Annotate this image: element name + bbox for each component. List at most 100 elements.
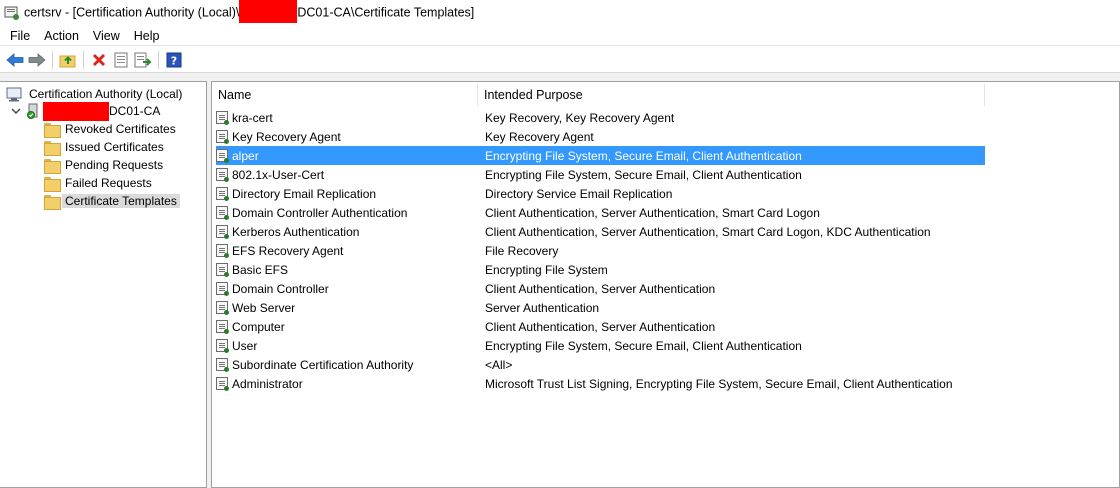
- menu-view[interactable]: View: [86, 29, 127, 43]
- table-row[interactable]: Subordinate Certification Authority <All>: [216, 355, 985, 374]
- tree-item-failed-requests[interactable]: Failed Requests: [44, 174, 155, 192]
- console-tree: Certification Authority (Local) DC01-CA …: [0, 81, 207, 488]
- menu-help[interactable]: Help: [127, 29, 167, 43]
- template-name: User: [232, 338, 258, 353]
- table-row[interactable]: User Encrypting File System, Secure Email…: [216, 336, 985, 355]
- template-name: Basic EFS: [232, 262, 289, 277]
- menu-bar: File Action View Help: [0, 26, 1120, 46]
- table-row[interactable]: Web Server Server Authentication: [216, 298, 985, 317]
- menu-action[interactable]: Action: [37, 29, 86, 43]
- ca-name-suffix: DC01-CA: [109, 104, 161, 118]
- forward-arrow-icon[interactable]: [26, 49, 48, 71]
- folder-icon: [44, 122, 61, 138]
- chevron-down-icon[interactable]: [10, 105, 22, 117]
- menu-file[interactable]: File: [3, 29, 37, 43]
- tree-item-revoked-certificates[interactable]: Revoked Certificates: [44, 120, 179, 138]
- intended-purpose-cell: Client Authentication, Server Authentica…: [485, 281, 716, 296]
- folder-icon: [44, 194, 61, 210]
- intended-purpose-cell: Key Recovery, Key Recovery Agent: [485, 110, 675, 125]
- certificate-template-icon: [216, 206, 229, 220]
- list-header: Name Intended Purpose: [212, 84, 985, 106]
- help-icon[interactable]: ?: [163, 49, 185, 71]
- table-row[interactable]: kra-cert Key Recovery, Key Recovery Agent: [216, 108, 985, 127]
- tree-root[interactable]: Certification Authority (Local): [6, 85, 185, 103]
- template-name-cell: Subordinate Certification Authority: [216, 358, 481, 372]
- tree-ca-node[interactable]: DC01-CA: [10, 101, 161, 121]
- template-name-cell: 802.1x-User-Cert: [216, 168, 481, 182]
- template-name: 802.1x-User-Cert: [232, 167, 325, 182]
- table-row[interactable]: Administrator Microsoft Trust List Signin…: [216, 374, 985, 393]
- redacted-ca-name: [43, 101, 109, 121]
- toolbar: ?: [0, 47, 1120, 73]
- table-row[interactable]: Domain Controller Authentication Client A…: [216, 203, 985, 222]
- toolbar-separator: [158, 50, 159, 69]
- ca-server-icon: [26, 103, 40, 119]
- template-name-cell: Domain Controller Authentication: [216, 206, 481, 220]
- properties-icon[interactable]: [110, 49, 132, 71]
- table-row[interactable]: EFS Recovery Agent File Recovery: [216, 241, 985, 260]
- title-bar: certsrv - [Certification Authority (Loca…: [0, 0, 1120, 26]
- delete-icon[interactable]: [88, 49, 110, 71]
- certificate-template-icon: [216, 301, 229, 315]
- column-header-intended-purpose[interactable]: Intended Purpose: [478, 84, 985, 106]
- intended-purpose-cell: Client Authentication, Server Authentica…: [485, 224, 931, 239]
- intended-purpose-cell: Client Authentication, Server Authentica…: [485, 205, 820, 220]
- tree-item-pending-requests[interactable]: Pending Requests: [44, 156, 166, 174]
- certificate-template-icon: [216, 130, 229, 144]
- template-name-cell: Basic EFS: [216, 263, 481, 277]
- template-name-cell: EFS Recovery Agent: [216, 244, 481, 258]
- tree-item-issued-certificates[interactable]: Issued Certificates: [44, 138, 167, 156]
- svg-text:?: ?: [171, 54, 177, 67]
- template-name-cell: Directory Email Replication: [216, 187, 481, 201]
- back-arrow-icon[interactable]: [4, 49, 26, 71]
- certificate-template-icon: [216, 149, 229, 163]
- intended-purpose-cell: File Recovery: [485, 243, 559, 258]
- certificate-template-icon: [216, 377, 229, 391]
- redacted-ca-name: [239, 0, 298, 23]
- intended-purpose-cell: Encrypting File System: [485, 262, 608, 277]
- template-name: Administrator: [232, 376, 303, 391]
- certificate-template-icon: [216, 168, 229, 182]
- template-name-cell: kra-cert: [216, 111, 481, 125]
- table-row[interactable]: 802.1x-User-Cert Encrypting File System, …: [216, 165, 985, 184]
- pane-top-gap: [0, 73, 1120, 81]
- template-name-cell: Administrator: [216, 377, 481, 391]
- table-row[interactable]: Domain Controller Client Authentication, …: [216, 279, 985, 298]
- column-header-name[interactable]: Name: [212, 84, 478, 106]
- intended-purpose-cell: Key Recovery Agent: [485, 129, 594, 144]
- table-row[interactable]: Key Recovery Agent Key Recovery Agent: [216, 127, 985, 146]
- template-name: Key Recovery Agent: [232, 129, 341, 144]
- table-row[interactable]: Kerberos Authentication Client Authentica…: [216, 222, 985, 241]
- intended-purpose-cell: Encrypting File System, Secure Email, Cl…: [485, 338, 802, 353]
- folder-icon: [44, 158, 61, 174]
- table-row[interactable]: Computer Client Authentication, Server Au…: [216, 317, 985, 336]
- toolbar-separator: [83, 50, 84, 69]
- certificate-template-icon: [216, 320, 229, 334]
- folder-icon: [44, 140, 61, 156]
- template-name-cell: Key Recovery Agent: [216, 130, 481, 144]
- result-pane: Name Intended Purpose kra-cert Key Recove…: [211, 81, 1120, 488]
- template-name: Subordinate Certification Authority: [232, 357, 414, 372]
- template-name: Web Server: [232, 300, 296, 315]
- certificate-template-icon: [216, 339, 229, 353]
- intended-purpose-cell: Encrypting File System, Secure Email, Cl…: [485, 167, 802, 182]
- certificate-template-icon: [216, 282, 229, 296]
- up-folder-icon[interactable]: [57, 49, 79, 71]
- table-row[interactable]: alper Encrypting File System, Secure Emai…: [216, 146, 985, 165]
- template-name: Domain Controller: [232, 281, 329, 296]
- template-name: EFS Recovery Agent: [232, 243, 344, 258]
- template-name: alper: [232, 148, 259, 163]
- table-row[interactable]: Directory Email Replication Directory Ser…: [216, 184, 985, 203]
- certsrv-app-icon: [4, 5, 20, 21]
- folder-icon: [44, 176, 61, 192]
- tree-item-certificate-templates[interactable]: Certificate Templates: [44, 192, 180, 210]
- certificate-template-icon: [216, 244, 229, 258]
- certificate-template-icon: [216, 225, 229, 239]
- template-name: Domain Controller Authentication: [232, 205, 408, 220]
- table-row[interactable]: Basic EFS Encrypting File System: [216, 260, 985, 279]
- template-name: Directory Email Replication: [232, 186, 377, 201]
- export-list-icon[interactable]: [132, 49, 154, 71]
- intended-purpose-cell: Microsoft Trust List Signing, Encrypting…: [485, 376, 953, 391]
- intended-purpose-cell: Directory Service Email Replication: [485, 186, 673, 201]
- template-name-cell: Computer: [216, 320, 481, 334]
